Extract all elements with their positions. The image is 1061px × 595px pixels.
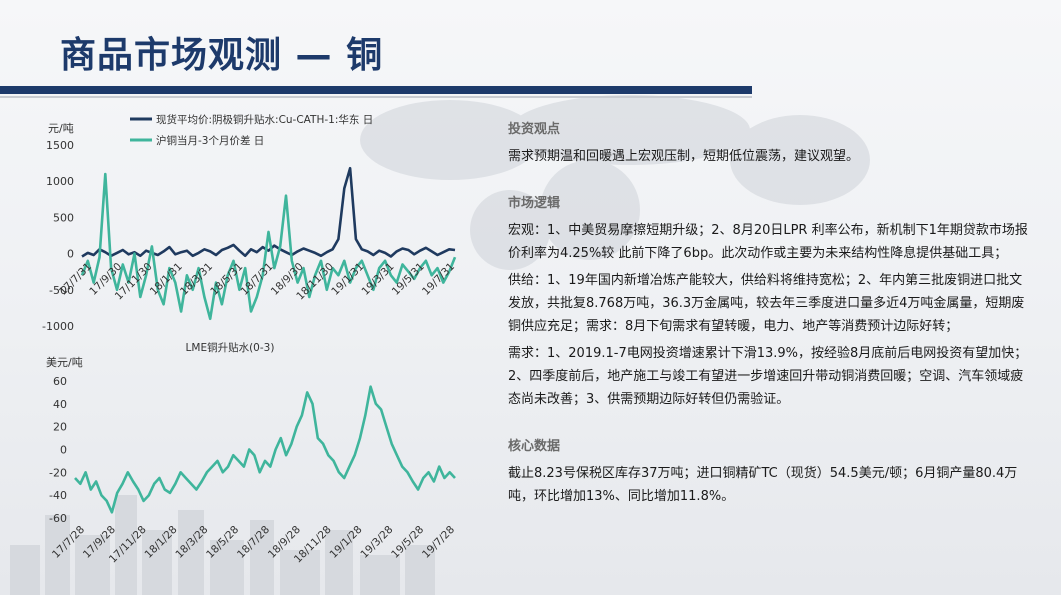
copper-charts: 元/吨 现货平均价:阴极铜升贴水:Cu-CATH-1:华东 日 沪铜当月-3个月… [42, 113, 457, 565]
y-tick-label: 0 [60, 444, 67, 457]
x-tick-label: 19/7/28 [420, 524, 457, 561]
section-title-investment-view: 投资观点 [508, 122, 561, 137]
chart-lme-spread: LME铜升贴水(0-3) 美元/吨 60 40 20 0 -20 -40 -60 17/7/… [46, 341, 457, 565]
x-tick-label: 18/3/28 [173, 524, 210, 561]
title-underline [0, 86, 752, 94]
y-tick-label: -60 [49, 512, 67, 525]
series-line-0 [74, 385, 456, 514]
legend-label-teal: 沪铜当月-3个月价差 日 [156, 134, 264, 147]
chart-premium-spread: 元/吨 现货平均价:阴极铜升贴水:Cu-CATH-1:华东 日 沪铜当月-3个月… [42, 113, 457, 333]
y-tick-label: 0 [67, 248, 74, 261]
section-title-market-logic: 市场逻辑 [508, 196, 561, 211]
legend-label-dark: 现货平均价:阴极铜升贴水:Cu-CATH-1:华东 日 [156, 113, 373, 126]
y-tick-label: -20 [49, 466, 67, 479]
core-data-text: 截止8.23号保税区库存37万吨；进口铜精矿TC（现货）54.5美元/顿；6月铜… [508, 466, 1018, 504]
series-line-1 [80, 172, 457, 321]
y-tick-label: -40 [49, 489, 67, 502]
y-tick-label: 1000 [46, 175, 74, 188]
x-tick-label: 18/1/28 [143, 524, 180, 561]
x-tick-label: 18/5/31 [208, 261, 245, 298]
market-logic-macro: 宏观：1、中美贸易摩擦短期升级；2、8月20日LPR 利率公布，新机制下1年期贷… [508, 223, 1028, 261]
x-tick-label: 19/3/28 [358, 524, 395, 561]
x-tick-label: 19/1/28 [328, 524, 365, 561]
x-tick-label: 17/7/31 [57, 261, 94, 298]
x-tick-label: 17/7/28 [50, 524, 87, 561]
x-tick-label: 19/1/31 [329, 261, 366, 298]
page-title: 商品市场观测 — 铜 [60, 35, 384, 76]
x-tick-label: 18/7/28 [235, 524, 272, 561]
y-tick-label: 20 [53, 421, 67, 434]
y-tick-label: 40 [53, 398, 67, 411]
y-axis-unit-bottom: 美元/吨 [46, 356, 83, 369]
market-logic-supply: 供给：1、19年国内新增冶炼产能较大，供给料将维持宽松；2、年内第三批废铜进口批… [508, 273, 1025, 334]
y-axis-unit-top: 元/吨 [48, 122, 74, 135]
y-tick-label: 1500 [46, 139, 74, 152]
x-tick-label: 18/3/31 [178, 261, 215, 298]
x-tick-label: 19/5/28 [389, 524, 426, 561]
chart-title-lme: LME铜升贴水(0-3) [186, 341, 275, 354]
x-tick-label: 19/7/31 [420, 261, 457, 298]
market-logic-demand: 需求：1、2019.1-7电网投资增速累计下滑13.9%，按经验8月底前后电网投… [508, 346, 1028, 407]
y-tick-label: 500 [53, 211, 74, 224]
analysis-panel: 投资观点 需求预期温和回暖遇上宏观压制，短期低位震荡，建议观望。 市场逻辑 宏观… [508, 118, 1028, 508]
title-underline-thin [0, 96, 752, 98]
investment-view-text: 需求预期温和回暖遇上宏观压制，短期低位震荡，建议观望。 [508, 149, 860, 164]
x-tick-label: 18/5/28 [204, 524, 241, 561]
section-title-core-data: 核心数据 [508, 439, 561, 454]
series-line-0 [81, 166, 456, 258]
y-tick-label: -1000 [42, 320, 74, 333]
y-tick-label: 60 [53, 375, 67, 388]
